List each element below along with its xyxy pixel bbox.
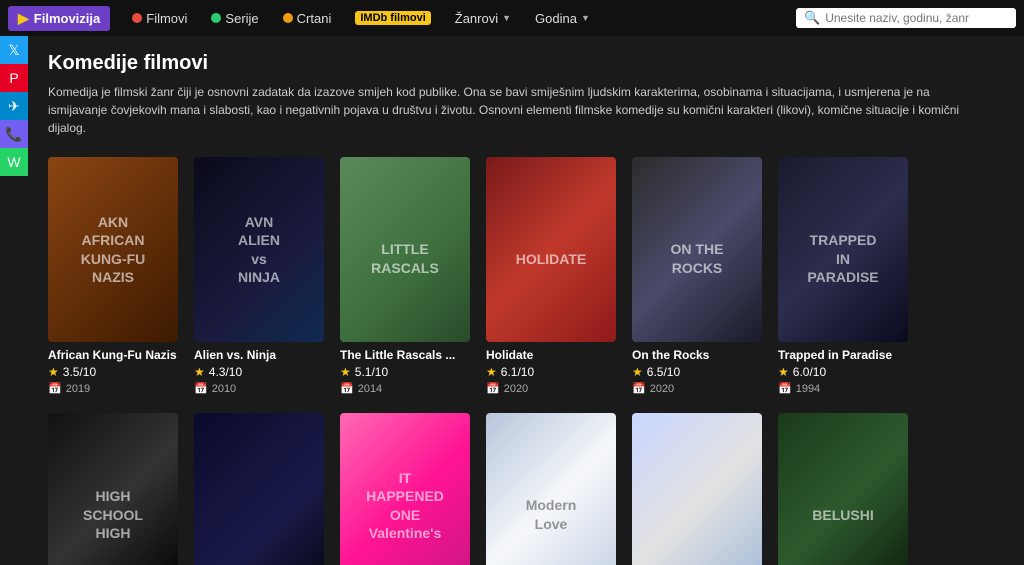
- movie-card[interactable]: HOLIDATEHolidate★6.1/10📅2020: [486, 157, 616, 395]
- calendar-icon: 📅: [486, 382, 500, 395]
- movie-title: The Little Rascals ...: [340, 348, 470, 362]
- zanrovi-label: Žanrovi: [455, 11, 498, 26]
- movie-rating: ★4.3/10: [194, 365, 324, 379]
- nav-serije[interactable]: Serije: [201, 7, 268, 30]
- star-icon: ★: [486, 365, 497, 379]
- movie-card[interactable]: ON THE ROCKSOn the Rocks★6.5/10📅2020: [632, 157, 762, 395]
- movie-card[interactable]: Modern LoveModern Love: [486, 413, 616, 565]
- godina-label: Godina: [535, 11, 577, 26]
- calendar-icon: 📅: [340, 382, 354, 395]
- movie-grid-row1: AKN AFRICAN KUNG-FU NAZISAfrican Kung-Fu…: [48, 157, 1004, 395]
- movie-rating: ★6.0/10: [778, 365, 908, 379]
- movie-year: 📅2019: [48, 382, 178, 395]
- movie-card[interactable]: TRAPPED IN PARADISETrapped in Paradise★6…: [778, 157, 908, 395]
- movie-card[interactable]: AVN ALIEN vs NINJAAlien vs. Ninja★4.3/10…: [194, 157, 324, 395]
- movie-title: On the Rocks: [632, 348, 762, 362]
- movie-year: 📅2014: [340, 382, 470, 395]
- calendar-icon: 📅: [48, 382, 62, 395]
- page-title: Komedije filmovi: [48, 52, 1004, 75]
- page-description: Komedija je filmski žanr čiji je osnovni…: [48, 83, 988, 137]
- top-navigation: ▶ Filmovizija Filmovi Serije Crtani IMDb…: [0, 0, 1024, 36]
- movie-card[interactable]: AKN AFRICAN KUNG-FU NAZISAfrican Kung-Fu…: [48, 157, 178, 395]
- social-whatsapp-button[interactable]: W: [0, 148, 28, 176]
- nav-imdb[interactable]: IMDb filmovi: [345, 7, 440, 29]
- nav-crtani[interactable]: Crtani: [273, 7, 342, 30]
- movie-title: Trapped in Paradise: [778, 348, 908, 362]
- social-sidebar: 𝕏 P ✈ 📞 W: [0, 36, 28, 176]
- brand-logo[interactable]: ▶ Filmovizija: [8, 6, 110, 31]
- movie-grid-row2: HIGH SCHOOL HIGHHigh School High IT HAPPE…: [48, 413, 1004, 565]
- movie-card[interactable]: [632, 413, 762, 565]
- movie-rating: ★6.5/10: [632, 365, 762, 379]
- godina-chevron-icon: ▼: [581, 13, 590, 23]
- brand-name: Filmovizija: [34, 11, 100, 26]
- search-bar: 🔍: [796, 8, 1016, 28]
- star-icon: ★: [632, 365, 643, 379]
- star-icon: ★: [194, 365, 205, 379]
- social-twitter-button[interactable]: 𝕏: [0, 36, 28, 64]
- search-input[interactable]: [825, 11, 1008, 25]
- movie-year: 📅2010: [194, 382, 324, 395]
- star-icon: ★: [48, 365, 59, 379]
- play-icon: ▶: [18, 10, 29, 27]
- crtani-dot-icon: [283, 13, 293, 23]
- social-pinterest-button[interactable]: P: [0, 64, 28, 92]
- movie-card[interactable]: BELUSHIBelushi: [778, 413, 908, 565]
- imdb-badge: IMDb filmovi: [355, 11, 430, 25]
- movie-rating: ★5.1/10: [340, 365, 470, 379]
- movie-rating: ★3.5/10: [48, 365, 178, 379]
- search-icon: 🔍: [804, 10, 820, 26]
- movie-title: African Kung-Fu Nazis: [48, 348, 178, 362]
- filmovi-dot-icon: [132, 13, 142, 23]
- movie-year: 📅2020: [486, 382, 616, 395]
- calendar-icon: 📅: [778, 382, 792, 395]
- nav-godina[interactable]: Godina ▼: [525, 7, 600, 30]
- star-icon: ★: [340, 365, 351, 379]
- movie-year: 📅1994: [778, 382, 908, 395]
- movie-card[interactable]: HIGH SCHOOL HIGHHigh School High: [48, 413, 178, 565]
- social-viber-button[interactable]: 📞: [0, 120, 28, 148]
- zanrovi-chevron-icon: ▼: [502, 13, 511, 23]
- social-telegram-button[interactable]: ✈: [0, 92, 28, 120]
- movie-title: Alien vs. Ninja: [194, 348, 324, 362]
- movie-year: 📅2020: [632, 382, 762, 395]
- movie-title: Holidate: [486, 348, 616, 362]
- movie-card[interactable]: LITTLE RASCALSThe Little Rascals ...★5.1…: [340, 157, 470, 395]
- movie-card[interactable]: [194, 413, 324, 565]
- calendar-icon: 📅: [632, 382, 646, 395]
- movie-card[interactable]: IT HAPPENED ONE Valentine'sIt Happened O…: [340, 413, 470, 565]
- nav-zanrovi[interactable]: Žanrovi ▼: [445, 7, 521, 30]
- nav-filmovi[interactable]: Filmovi: [122, 7, 197, 30]
- main-content: Komedije filmovi Komedija je filmski žan…: [28, 36, 1024, 565]
- star-icon: ★: [778, 365, 789, 379]
- movie-rating: ★6.1/10: [486, 365, 616, 379]
- calendar-icon: 📅: [194, 382, 208, 395]
- serije-dot-icon: [211, 13, 221, 23]
